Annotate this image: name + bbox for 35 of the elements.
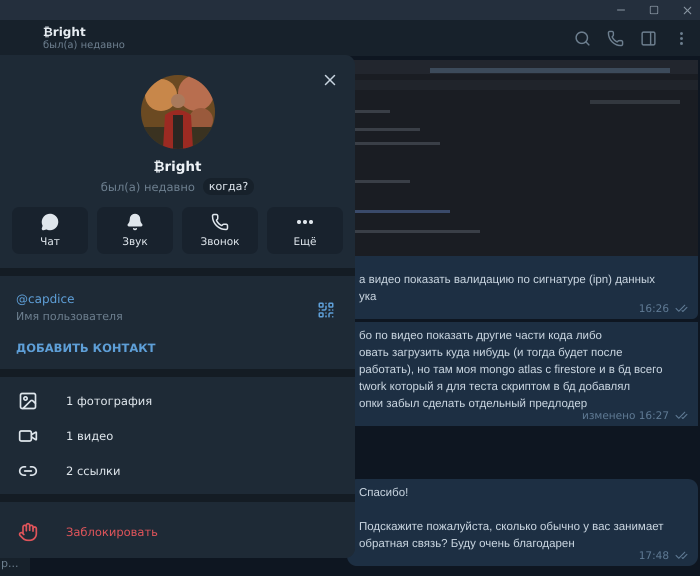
- message-text: а видео показать валидацию по сигнатуре (ipn) данных ука: [359, 273, 656, 304]
- add-contact-button[interactable]: ДОБАВИТЬ КОНТАКТ: [16, 341, 156, 355]
- message-text: Спасибо!: [359, 486, 408, 501]
- qr-code-button[interactable]: [317, 301, 335, 319]
- media-row[interactable]: 1 видео: [0, 418, 355, 453]
- profile-name: ₿right: [153, 159, 202, 175]
- sidebar-icon[interactable]: [640, 30, 657, 46]
- username[interactable]: @capdice: [16, 292, 339, 306]
- phone-icon: [211, 213, 229, 231]
- action-button[interactable]: Звонок: [182, 207, 258, 254]
- media-row[interactable]: 1 фотография: [0, 383, 355, 418]
- chat-status: был(а) недавно: [43, 40, 126, 51]
- phone-icon[interactable]: [607, 30, 624, 46]
- maximize-icon[interactable]: [649, 5, 659, 15]
- hand-icon: [18, 522, 38, 542]
- media-row[interactable]: 2 ссылки: [0, 453, 355, 488]
- action-button[interactable]: Звук: [97, 207, 173, 254]
- chat-bubble-icon: [41, 213, 59, 231]
- bell-icon: [126, 213, 144, 231]
- message-text: Подскажите пожалуйста, сколько обычно у вас занимает обратная связь? Буду очень благодарен: [359, 520, 664, 551]
- more-icon: [297, 220, 313, 224]
- chat-title: ₿right: [43, 25, 87, 39]
- message-text: бо по видео показать другие части кода либо овать загрузить куда нибудь (и тогда будет после работать), но там моя mongo atlas c firestore и в бд всего twork который я для теста скриптом в бд добавлял опки забыл сделать отдельный предлодер: [359, 329, 662, 411]
- message-time: изменено 16:27: [582, 410, 669, 422]
- when-button[interactable]: когда?: [202, 178, 254, 195]
- action-button[interactable]: Ещё: [267, 207, 343, 254]
- chat-preview: р...: [0, 557, 20, 572]
- message-time: 16:26: [638, 302, 669, 314]
- close-icon[interactable]: [681, 4, 694, 16]
- action-button[interactable]: Чат: [12, 207, 88, 254]
- username-caption: Имя пользователя: [16, 310, 124, 323]
- search-icon[interactable]: [574, 30, 591, 46]
- message-time: 17:48: [638, 550, 669, 562]
- profile-status: был(а) недавно: [100, 180, 195, 194]
- image-icon: [18, 390, 38, 410]
